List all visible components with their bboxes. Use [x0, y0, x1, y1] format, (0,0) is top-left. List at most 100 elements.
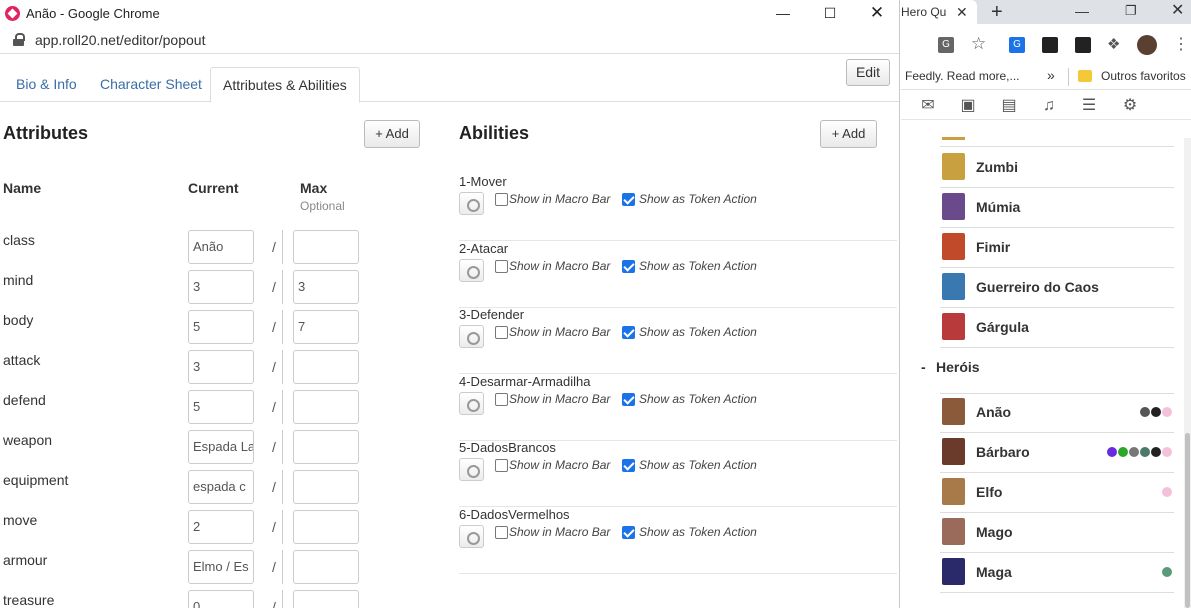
- close-tab-icon[interactable]: ✕: [956, 0, 968, 24]
- more-menu-icon[interactable]: ⋮: [1173, 34, 1189, 53]
- show-as-token-action-checkbox[interactable]: [622, 259, 635, 273]
- attribute-current-input[interactable]: 5: [188, 310, 254, 344]
- attribute-current-input[interactable]: 0: [188, 590, 254, 608]
- ability-settings-gear-icon[interactable]: [459, 458, 484, 482]
- journal-folder-herois[interactable]: - Heróis: [921, 359, 980, 375]
- tab-bio-info[interactable]: Bio & Info: [4, 67, 89, 102]
- scrollbar-thumb[interactable]: [1185, 433, 1190, 608]
- profile-avatar[interactable]: [1137, 35, 1157, 55]
- ability-name[interactable]: 6-DadosVermelhos: [459, 507, 570, 522]
- attribute-max-input[interactable]: 3: [293, 270, 359, 304]
- extension-translate-icon[interactable]: G: [1009, 37, 1025, 53]
- attributes-heading: Attributes: [3, 123, 88, 143]
- journal-item[interactable]: Guerreiro do Caos: [940, 268, 1174, 308]
- show-as-token-action-checkbox[interactable]: [622, 193, 635, 206]
- edit-button[interactable]: Edit: [846, 59, 890, 86]
- attribute-current-input[interactable]: 2: [188, 510, 254, 544]
- art-library-icon[interactable]: ▣: [958, 97, 978, 115]
- show-as-token-action-checkbox[interactable]: [622, 326, 635, 340]
- ability-settings-gear-icon[interactable]: [459, 192, 484, 215]
- show-in-macro-bar-checkbox[interactable]: [495, 459, 508, 473]
- gear-icon[interactable]: ⚙: [1120, 97, 1140, 115]
- journal-item[interactable]: Elfo: [940, 473, 1174, 513]
- ability-settings-gear-icon[interactable]: [459, 325, 484, 349]
- ability-settings-gear-icon[interactable]: [459, 258, 484, 282]
- journal-item[interactable]: Anão: [940, 393, 1174, 433]
- show-as-token-action-checkbox[interactable]: [622, 392, 635, 406]
- collection-icon[interactable]: ☰: [1079, 97, 1099, 115]
- folder-icon[interactable]: [1078, 70, 1092, 82]
- lock-icon[interactable]: [12, 32, 26, 47]
- journal-scrollbar[interactable]: [1184, 138, 1191, 608]
- close-icon[interactable]: ✕: [854, 0, 899, 26]
- journal-item[interactable]: Fimir: [940, 228, 1174, 268]
- journal-item[interactable]: Zumbi: [940, 148, 1174, 188]
- show-in-macro-bar-checkbox[interactable]: [495, 326, 508, 340]
- add-ability-button[interactable]: + Add: [820, 120, 877, 148]
- minimize-icon[interactable]: —: [760, 0, 806, 26]
- translate-icon[interactable]: G: [938, 37, 954, 53]
- ability-name[interactable]: 4-Desarmar-Armadilha: [459, 374, 590, 389]
- ability-name[interactable]: 3-Defender: [459, 307, 524, 322]
- star-icon[interactable]: ☆: [971, 34, 987, 53]
- maximize-icon[interactable]: ☐: [807, 0, 853, 26]
- bookmark-outros-favoritos[interactable]: Outros favoritos: [1101, 69, 1186, 83]
- show-in-macro-bar-checkbox[interactable]: [495, 526, 508, 539]
- extension-dice-icon-2[interactable]: [1075, 37, 1091, 53]
- bookmark-feedly[interactable]: Feedly. Read more,...: [905, 69, 1020, 83]
- ability-settings-gear-icon[interactable]: [459, 525, 484, 548]
- journal-item[interactable]: Bárbaro: [940, 433, 1174, 473]
- attribute-max-input[interactable]: [293, 590, 359, 608]
- attribute-max-input[interactable]: [293, 230, 359, 264]
- extension-dice-icon[interactable]: [1042, 37, 1058, 53]
- attribute-current-input[interactable]: 3: [188, 350, 254, 384]
- minimize-icon[interactable]: —: [1075, 0, 1089, 22]
- show-in-macro-bar-checkbox[interactable]: [495, 259, 508, 273]
- attribute-max-input[interactable]: [293, 510, 359, 544]
- ability-name[interactable]: 1-Mover: [459, 174, 507, 189]
- show-as-token-action-checkbox[interactable]: [622, 459, 635, 473]
- attribute-max-input[interactable]: [293, 470, 359, 504]
- attribute-name: class: [3, 232, 35, 248]
- ability-name[interactable]: 2-Atacar: [459, 241, 508, 256]
- tab-attributes-abilities[interactable]: Attributes & Abilities: [210, 67, 360, 103]
- add-attribute-button[interactable]: + Add: [364, 120, 420, 148]
- more-bookmarks-chevron[interactable]: »: [1047, 67, 1055, 83]
- show-in-macro-bar-checkbox[interactable]: [495, 392, 508, 406]
- journal-icon[interactable]: ▤: [999, 97, 1019, 115]
- attribute-current-input[interactable]: Espada La: [188, 430, 254, 464]
- show-in-macro-bar-checkbox[interactable]: [495, 193, 508, 206]
- player-dot: [1140, 407, 1150, 417]
- roll20-sidebar-toolbar: ✉ ▣ ▤ ♫ ☰ ⚙: [901, 90, 1191, 120]
- close-icon[interactable]: ✕: [1171, 0, 1184, 22]
- tab-character-sheet[interactable]: Character Sheet: [88, 67, 214, 102]
- new-tab-icon[interactable]: +: [991, 0, 1003, 24]
- ability-name[interactable]: 5-DadosBrancos: [459, 440, 556, 455]
- journal-item[interactable]: Gárgula: [940, 308, 1174, 348]
- puzzle-icon[interactable]: ❖: [1107, 35, 1123, 53]
- attribute-current-input[interactable]: 3: [188, 270, 254, 304]
- attribute-max-input[interactable]: [293, 390, 359, 424]
- restore-icon[interactable]: ❐: [1125, 0, 1137, 22]
- attribute-max-input[interactable]: [293, 430, 359, 464]
- attribute-divider: [282, 230, 283, 264]
- chat-icon[interactable]: ✉: [918, 97, 938, 115]
- attribute-current-input[interactable]: Elmo / Es: [188, 550, 254, 584]
- show-as-token-action-checkbox[interactable]: [622, 526, 635, 539]
- attribute-current-input[interactable]: espada c: [188, 470, 254, 504]
- collapse-icon[interactable]: -: [921, 359, 929, 375]
- browser-tab[interactable]: Hero Qu ✕: [901, 0, 977, 24]
- journal-item[interactable]: Maga: [940, 553, 1174, 593]
- attribute-current-input[interactable]: 5: [188, 390, 254, 424]
- attribute-max-input[interactable]: [293, 350, 359, 384]
- attribute-max-input[interactable]: 7: [293, 310, 359, 344]
- column-max-header: Max: [300, 180, 328, 196]
- journal-item[interactable]: Mago: [940, 513, 1174, 553]
- ability-settings-gear-icon[interactable]: [459, 391, 484, 415]
- journal-item-name: Zumbi: [976, 159, 1018, 175]
- address-bar[interactable]: app.roll20.net/editor/popout: [0, 26, 899, 54]
- jukebox-icon[interactable]: ♫: [1039, 97, 1059, 115]
- journal-item[interactable]: Múmia: [940, 188, 1174, 228]
- attribute-max-input[interactable]: [293, 550, 359, 584]
- attribute-current-input[interactable]: Anão: [188, 230, 254, 264]
